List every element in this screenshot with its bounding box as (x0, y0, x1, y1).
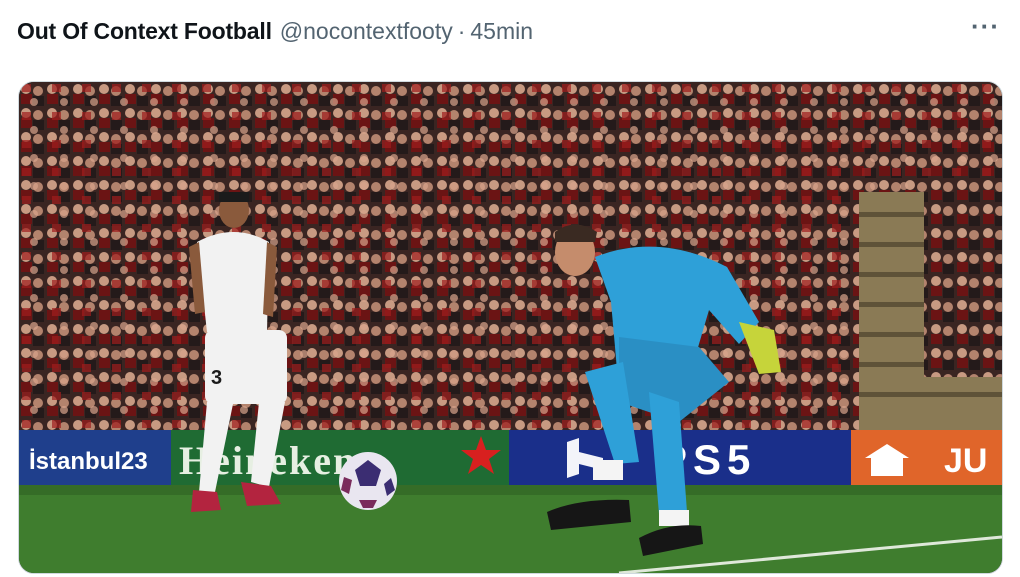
more-options-icon[interactable]: ··· (971, 13, 1000, 46)
ad-board-just-eat-text: JU (944, 442, 987, 480)
stadium-stairs (859, 177, 1002, 432)
pitch (19, 485, 1002, 573)
separator-dot: · (457, 17, 466, 44)
tweet-header: Out Of Context Football @nocontextfooty … (17, 13, 1000, 48)
player-number: 3 (211, 367, 222, 389)
ad-board-istanbul: İstanbul23 (19, 430, 171, 485)
football (339, 452, 397, 510)
timestamp[interactable]: 45min (470, 18, 533, 45)
author-handle[interactable]: @nocontextfooty (280, 18, 453, 45)
ad-board-just-eat: JU (851, 430, 1002, 485)
ad-board-istanbul-text: İstanbul23 (29, 448, 148, 475)
tweet-media-image[interactable]: İstanbul23 Heineken PS5 JU (18, 81, 1003, 574)
football-scene: İstanbul23 Heineken PS5 JU (19, 82, 1002, 573)
author-name[interactable]: Out Of Context Football (17, 18, 272, 45)
